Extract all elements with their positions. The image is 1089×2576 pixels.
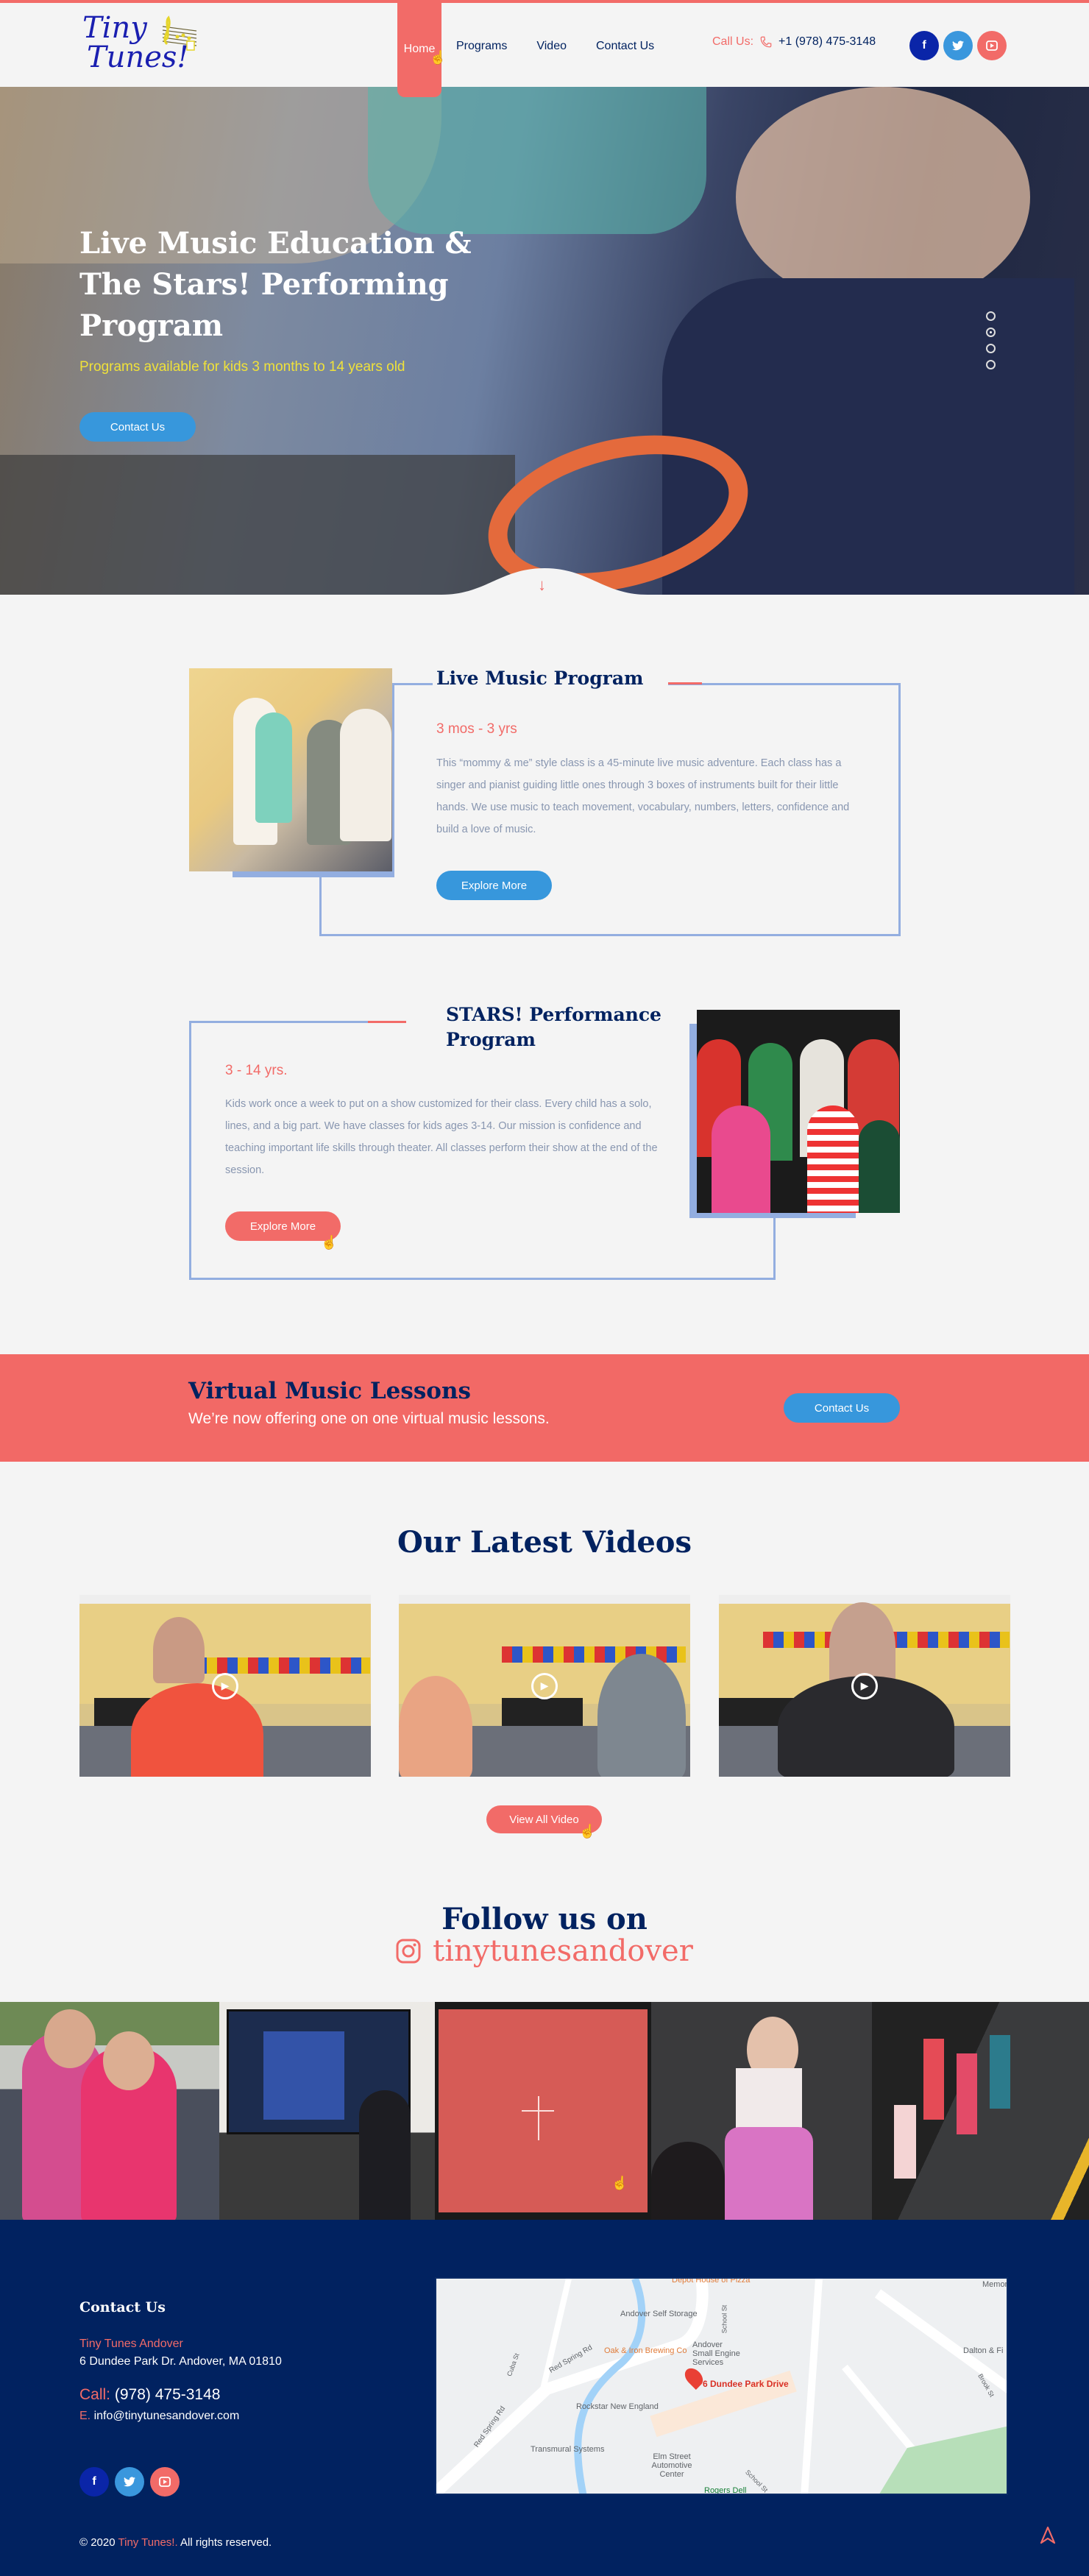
slider-dots [986, 311, 996, 369]
slider-dot[interactable] [986, 360, 996, 369]
map-street: School St [720, 2304, 728, 2334]
map-place: Rockstar New England [576, 2402, 659, 2411]
instagram-handle: tinytunesandover [433, 1934, 693, 1968]
video-thumbnail[interactable]: ▶ [79, 1595, 371, 1777]
accent-line [668, 682, 702, 684]
cta-contact-button[interactable]: Contact Us [784, 1393, 900, 1423]
instagram-handle-row[interactable]: tinytunesandover [0, 1934, 1089, 1968]
cta-subtitle: We’re now offering one on one virtual mu… [188, 1410, 550, 1427]
copyright-brand[interactable]: Tiny Tunes!. [118, 2536, 178, 2549]
nav-contact-us[interactable]: Contact Us [581, 3, 669, 90]
twitter-icon[interactable] [115, 2467, 144, 2497]
header-phone[interactable]: +1 (978) 475-3148 [778, 35, 876, 49]
footer-business-name: Tiny Tunes Andover [79, 2338, 183, 2350]
header-social: f [909, 31, 1007, 60]
main-nav: Home Programs Video Contact Us [397, 1, 669, 97]
music-staff-icon [162, 15, 197, 51]
hand-cursor-icon: ☝ [430, 50, 447, 65]
map-place: Oak & Iron Brewing Co [604, 2346, 687, 2355]
logo[interactable]: Tiny Tunes! [79, 10, 197, 77]
hand-cursor-icon: ☝ [579, 1824, 596, 1839]
play-icon[interactable]: ▶ [531, 1672, 558, 1699]
copyright-year: © 2020 [79, 2536, 116, 2549]
site-header: Tiny Tunes! Home Programs Video Contact … [0, 0, 1089, 97]
instagram-photo[interactable] [0, 2002, 219, 2220]
back-to-top-icon[interactable] [1039, 2526, 1057, 2545]
program-age: 3 - 14 yrs. [225, 1063, 288, 1078]
map-place: Rogers Dell [704, 2486, 747, 2495]
youtube-icon[interactable] [150, 2467, 180, 2497]
instagram-photo-hover[interactable]: ☝ [435, 2002, 651, 2220]
twitter-icon[interactable] [943, 31, 973, 60]
copyright-text: All rights reserved. [180, 2536, 272, 2549]
video-thumbnail[interactable]: ▶ [399, 1595, 690, 1777]
videos-title: Our Latest Videos [397, 1525, 692, 1560]
map-place: Dalton & Fi [963, 2346, 1004, 2355]
footer-phone-row: Call: (978) 475-3148 [79, 2386, 220, 2404]
hero-subtitle: Programs available for kids 3 months to … [79, 359, 405, 375]
live-music-image [189, 668, 392, 871]
footer-email-label: E. [79, 2410, 91, 2422]
logo-text-line1: Tiny [82, 11, 147, 45]
slider-dot[interactable] [986, 344, 996, 353]
youtube-icon[interactable] [977, 31, 1007, 60]
hero-image-bg [368, 87, 706, 234]
program-title: STARS! Performance Program [446, 1004, 661, 1050]
facebook-icon[interactable]: f [79, 2467, 109, 2497]
google-map[interactable]: 6 Dundee Park Drive Depot House of Pizza… [435, 2277, 1008, 2495]
hero-slider: Live Music Education & The Stars! Perfor… [0, 87, 1089, 595]
slider-dot-active[interactable] [986, 328, 996, 337]
nav-video[interactable]: Video [522, 3, 581, 90]
slider-dot[interactable] [986, 311, 996, 321]
map-pin-label: 6 Dundee Park Drive [703, 2379, 789, 2389]
map-place: Transmural Systems [531, 2445, 605, 2454]
program-title: Live Music Program [436, 668, 644, 689]
instagram-photo[interactable] [219, 2002, 435, 2220]
virtual-lessons-banner: Virtual Music Lessons We’re now offering… [0, 1354, 1089, 1462]
map-place: Elm Street Automotive Center [651, 2452, 692, 2479]
video-thumbnail[interactable]: ▶ [719, 1595, 1010, 1777]
call-label: Call Us: [712, 35, 754, 48]
phone-icon [760, 36, 772, 48]
map-place: Depot House of Pizza [672, 2277, 751, 2285]
map-place: Andover Self Storage [620, 2310, 698, 2318]
nav-home[interactable]: Home [397, 1, 441, 97]
scroll-down-icon[interactable]: ↓ [538, 576, 546, 595]
instagram-photo[interactable] [651, 2002, 872, 2220]
program-description: Kids work once a week to put on a show c… [225, 1098, 658, 1176]
footer-call-label: Call: [79, 2386, 111, 2403]
facebook-icon[interactable]: f [909, 31, 939, 60]
explore-more-button[interactable]: Explore More [436, 871, 552, 900]
hero-title: Live Music Education & The Stars! Perfor… [79, 226, 472, 343]
footer-title: Contact Us [79, 2299, 166, 2315]
footer-phone[interactable]: (978) 475-3148 [115, 2386, 221, 2403]
hand-cursor-icon: ☝ [321, 1235, 338, 1250]
stars-performance-image [697, 1010, 900, 1213]
footer-address: 6 Dundee Park Dr. Andover, MA 01810 [79, 2355, 282, 2368]
play-icon[interactable]: ▶ [212, 1672, 238, 1699]
nav-programs[interactable]: Programs [441, 3, 522, 90]
call-us[interactable]: Call Us: +1 (978) 475-3148 [712, 35, 876, 49]
hand-cursor-icon: ☝ [611, 2176, 628, 2190]
footer-email[interactable]: info@tinytunesandover.com [94, 2410, 240, 2422]
hero-image-child-body [662, 278, 1074, 595]
program-age: 3 mos - 3 yrs [436, 721, 517, 737]
instagram-photo[interactable] [872, 2002, 1089, 2220]
instagram-title: Follow us on [441, 1902, 648, 1936]
program-description: This “mommy & me” style class is a 45-mi… [436, 757, 850, 835]
copyright: © 2020 Tiny Tunes!. All rights reserved. [79, 2536, 272, 2549]
footer-social: f [79, 2467, 180, 2497]
instagram-icon [396, 1939, 421, 1964]
footer-email-row: E. info@tinytunesandover.com [79, 2410, 239, 2423]
accent-line [368, 1021, 406, 1023]
map-place: Andover Small Engine Services [692, 2340, 740, 2367]
map-place: Memor [982, 2280, 1008, 2289]
hero-image-child-face [736, 87, 1030, 308]
hero-contact-button[interactable]: Contact Us [79, 412, 196, 442]
play-icon[interactable]: ▶ [851, 1672, 878, 1699]
cta-title: Virtual Music Lessons [188, 1378, 471, 1404]
